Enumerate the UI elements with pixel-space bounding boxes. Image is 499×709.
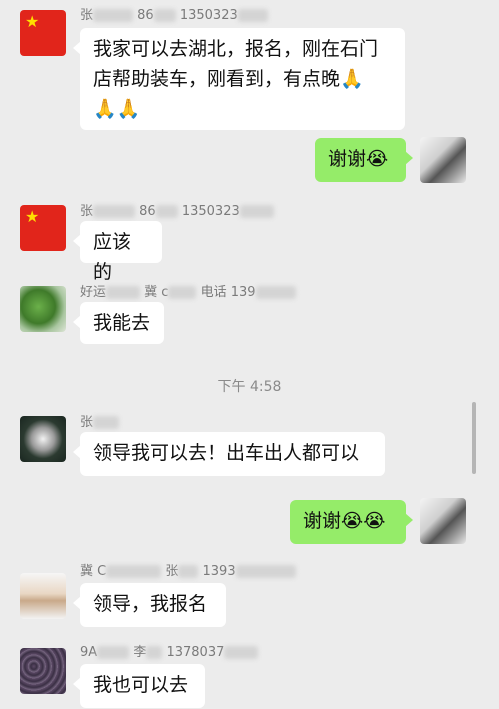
avatar-parrots[interactable] [20, 286, 66, 332]
avatar-china-flag[interactable]: ★ [20, 205, 66, 251]
message-bubble[interactable]: 我能去 [73, 302, 164, 344]
sender-name: 张 [80, 411, 120, 430]
scrollbar[interactable] [472, 402, 476, 474]
message-bubble-self[interactable]: 谢谢😭😭 [290, 500, 413, 544]
message-bubble[interactable]: 应该的 [73, 221, 162, 283]
sender-name: 冀 C 张 1393 [80, 560, 296, 579]
message-bubble-self[interactable]: 谢谢😭 [315, 138, 413, 182]
avatar-purple-texture[interactable] [20, 648, 66, 694]
message-text: 我也可以去 [93, 674, 189, 696]
avatar-self[interactable] [420, 498, 466, 544]
avatar-panda[interactable] [20, 416, 66, 462]
message-text: 我能去 [93, 312, 151, 334]
message-bubble[interactable]: 领导，我报名 [73, 583, 226, 627]
message-text: 应该的 [93, 231, 132, 283]
message-text: 领导我可以去！出车出人都可以 [93, 442, 360, 464]
message-bubble[interactable]: 我也可以去 [73, 664, 205, 708]
sender-name: 9A 李 1378037 [80, 641, 259, 660]
message-bubble[interactable]: 领导我可以去！出车出人都可以 [73, 432, 385, 476]
avatar-handshake[interactable] [20, 573, 66, 619]
sender-name: 张 86 1350323 [80, 200, 274, 219]
message-line: 店帮助装车，刚看到，有点晚🙏 [93, 68, 364, 90]
avatar-self[interactable] [420, 137, 466, 183]
message-line: 🙏🙏 [93, 98, 141, 120]
timestamp: 下午 4:58 [217, 379, 282, 395]
message-row: ★ 张 86 1350323 应该的 [0, 0, 499, 283]
message-text: 领导，我报名 [93, 593, 208, 615]
sender-name: 好运 冀 c 电话 139 [80, 281, 296, 300]
message-text: 谢谢😭😭 [303, 510, 386, 532]
message-text: 谢谢😭 [328, 148, 389, 170]
star-icon: ★ [25, 207, 40, 226]
